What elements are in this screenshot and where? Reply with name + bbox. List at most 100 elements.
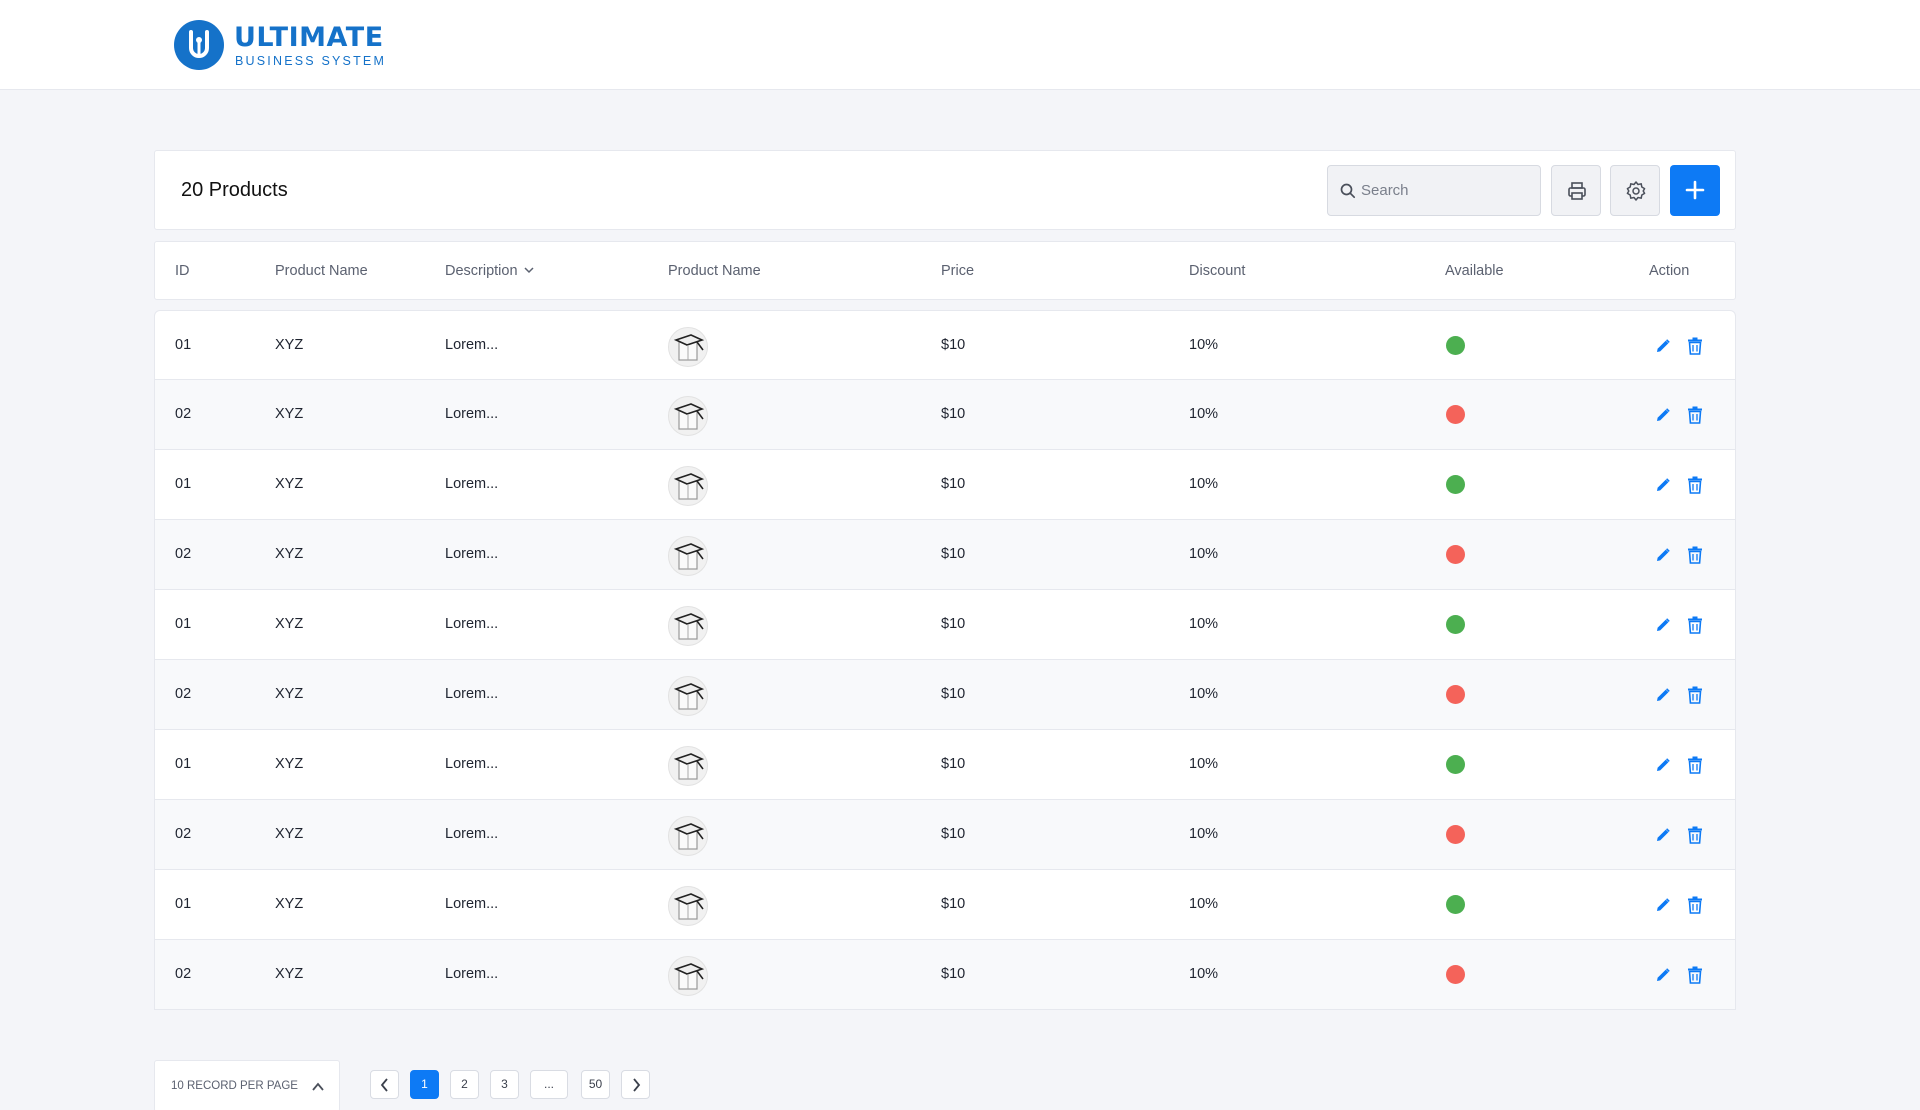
table-row[interactable]: 02 XYZ Lorem... $10 10%: [154, 940, 1736, 1010]
cell-description: Lorem...: [445, 826, 499, 842]
logo-badge-icon: [174, 20, 224, 70]
edit-icon[interactable]: [1655, 547, 1671, 563]
records-per-page-select[interactable]: 10 RECORD PER PAGE: [154, 1060, 340, 1110]
add-product-button[interactable]: [1670, 165, 1720, 216]
cell-id: 01: [175, 896, 192, 912]
column-header-product-name[interactable]: Product Name: [275, 263, 368, 279]
delete-icon[interactable]: [1687, 406, 1703, 424]
column-header-price[interactable]: Price: [941, 263, 974, 279]
product-thumbnail[interactable]: [668, 466, 708, 506]
table-row[interactable]: 01 XYZ Lorem... $10 10%: [154, 450, 1736, 520]
printer-icon: [1568, 182, 1586, 200]
cell-price: $10: [941, 966, 966, 982]
cell-description: Lorem...: [445, 966, 499, 982]
edit-icon[interactable]: [1655, 477, 1671, 493]
edit-icon[interactable]: [1655, 897, 1671, 913]
delete-icon[interactable]: [1687, 756, 1703, 774]
page-button[interactable]: 50: [581, 1070, 610, 1099]
status-available-indicator: [1446, 475, 1465, 494]
status-unavailable-indicator: [1446, 965, 1465, 984]
cell-discount: 10%: [1189, 337, 1219, 353]
cell-product-name: XYZ: [275, 686, 304, 702]
column-header-available[interactable]: Available: [1445, 263, 1504, 279]
settings-button[interactable]: [1610, 165, 1660, 216]
column-header-discount[interactable]: Discount: [1189, 263, 1245, 279]
delete-icon[interactable]: [1687, 826, 1703, 844]
delete-icon[interactable]: [1687, 616, 1703, 634]
status-unavailable-indicator: [1446, 545, 1465, 564]
search-input[interactable]: [1361, 166, 1536, 215]
page-ellipsis[interactable]: ...: [530, 1070, 568, 1099]
edit-icon[interactable]: [1655, 617, 1671, 633]
delete-icon[interactable]: [1687, 337, 1703, 355]
product-thumbnail[interactable]: [668, 606, 708, 646]
edit-icon[interactable]: [1655, 338, 1671, 354]
table-row[interactable]: 01 XYZ Lorem... $10 10%: [154, 310, 1736, 380]
prev-page-button[interactable]: [370, 1070, 399, 1099]
product-thumbnail[interactable]: [668, 536, 708, 576]
table-row[interactable]: 02 XYZ Lorem... $10 10%: [154, 380, 1736, 450]
next-page-button[interactable]: [621, 1070, 650, 1099]
column-header-id[interactable]: ID: [175, 263, 190, 279]
edit-icon[interactable]: [1655, 407, 1671, 423]
page-button[interactable]: 1: [410, 1070, 439, 1099]
delete-icon[interactable]: [1687, 896, 1703, 914]
cell-product-name: XYZ: [275, 966, 304, 982]
top-bar: ULTIMATE BUSINESS SYSTEM: [0, 0, 1920, 90]
cell-id: 01: [175, 476, 192, 492]
status-available-indicator: [1446, 755, 1465, 774]
product-thumbnail[interactable]: [668, 746, 708, 786]
table-row[interactable]: 02 XYZ Lorem... $10 10%: [154, 520, 1736, 590]
table-row[interactable]: 01 XYZ Lorem... $10 10%: [154, 590, 1736, 660]
table-row[interactable]: 01 XYZ Lorem... $10 10%: [154, 730, 1736, 800]
product-thumbnail[interactable]: [668, 676, 708, 716]
column-header-description-label: Description: [445, 263, 518, 279]
edit-icon[interactable]: [1655, 827, 1671, 843]
page-button[interactable]: 3: [490, 1070, 519, 1099]
chevron-left-icon: [380, 1078, 388, 1092]
table-row[interactable]: 02 XYZ Lorem... $10 10%: [154, 800, 1736, 870]
cell-discount: 10%: [1189, 616, 1219, 632]
product-thumbnail[interactable]: [668, 816, 708, 856]
cell-description: Lorem...: [445, 686, 499, 702]
table-row[interactable]: 02 XYZ Lorem... $10 10%: [154, 660, 1736, 730]
delete-icon[interactable]: [1687, 476, 1703, 494]
delete-icon[interactable]: [1687, 686, 1703, 704]
status-available-indicator: [1446, 615, 1465, 634]
cell-discount: 10%: [1189, 756, 1219, 772]
cell-price: $10: [941, 546, 966, 562]
column-header-product-image[interactable]: Product Name: [668, 263, 761, 279]
delete-icon[interactable]: [1687, 966, 1703, 984]
edit-icon[interactable]: [1655, 757, 1671, 773]
edit-icon[interactable]: [1655, 967, 1671, 983]
cell-price: $10: [941, 406, 966, 422]
cell-discount: 10%: [1189, 686, 1219, 702]
product-thumbnail[interactable]: [668, 327, 708, 367]
table-row[interactable]: 01 XYZ Lorem... $10 10%: [154, 870, 1736, 940]
chevron-down-icon: [524, 267, 534, 274]
cell-description: Lorem...: [445, 756, 499, 772]
cell-id: 02: [175, 826, 192, 842]
cell-discount: 10%: [1189, 896, 1219, 912]
cell-id: 01: [175, 337, 192, 353]
search-box[interactable]: [1327, 165, 1541, 216]
product-thumbnail[interactable]: [668, 886, 708, 926]
cell-price: $10: [941, 476, 966, 492]
cell-discount: 10%: [1189, 406, 1219, 422]
brand-logo[interactable]: ULTIMATE BUSINESS SYSTEM: [174, 20, 384, 72]
delete-icon[interactable]: [1687, 546, 1703, 564]
page-button[interactable]: 2: [450, 1070, 479, 1099]
column-header-description[interactable]: Description: [445, 263, 534, 279]
product-thumbnail[interactable]: [668, 396, 708, 436]
cell-product-name: XYZ: [275, 826, 304, 842]
status-available-indicator: [1446, 336, 1465, 355]
edit-icon[interactable]: [1655, 687, 1671, 703]
product-thumbnail[interactable]: [668, 956, 708, 996]
cell-product-name: XYZ: [275, 337, 304, 353]
cell-id: 02: [175, 546, 192, 562]
cell-discount: 10%: [1189, 826, 1219, 842]
print-button[interactable]: [1551, 165, 1601, 216]
plus-icon: [1685, 180, 1705, 200]
brand-subtitle: BUSINESS SYSTEM: [235, 54, 387, 68]
cell-product-name: XYZ: [275, 896, 304, 912]
